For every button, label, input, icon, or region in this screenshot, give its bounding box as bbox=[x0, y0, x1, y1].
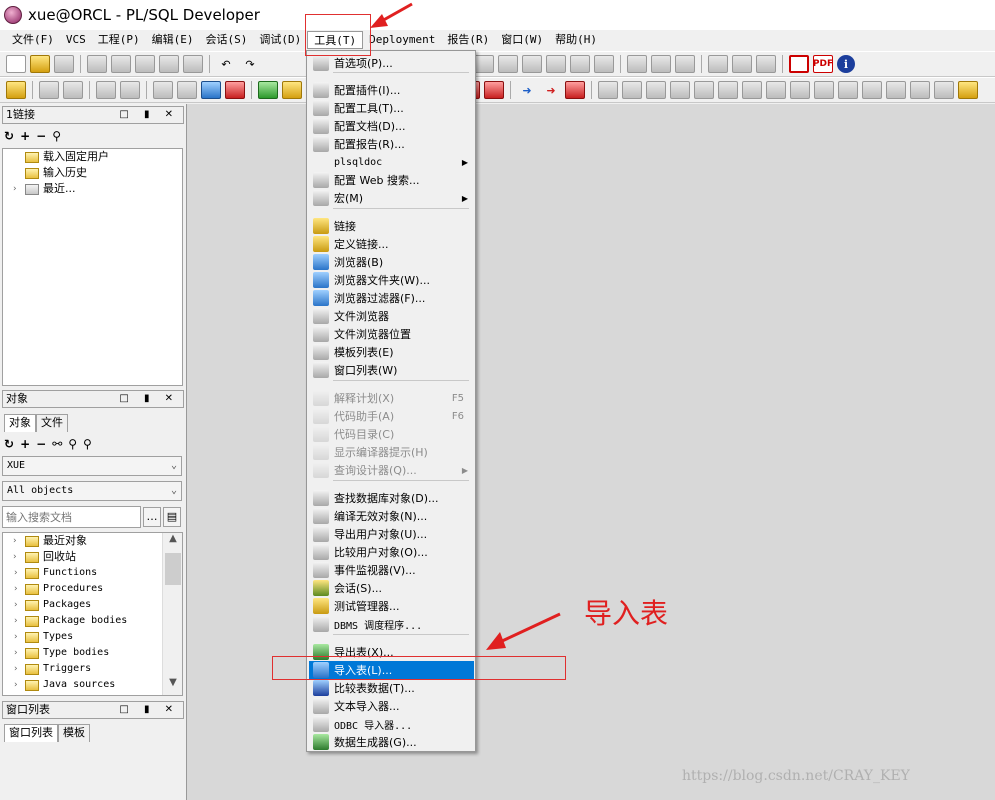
annotation-arrows bbox=[370, 2, 561, 650]
arrow-to-import bbox=[499, 612, 561, 644]
annotation-label: 导入表 bbox=[584, 597, 669, 630]
arrow-to-tools bbox=[379, 2, 413, 24]
watermark: https://blog.csdn.net/CRAY_KEY bbox=[682, 768, 910, 784]
arrowhead-import bbox=[486, 632, 506, 650]
arrowhead-tools bbox=[370, 14, 388, 28]
